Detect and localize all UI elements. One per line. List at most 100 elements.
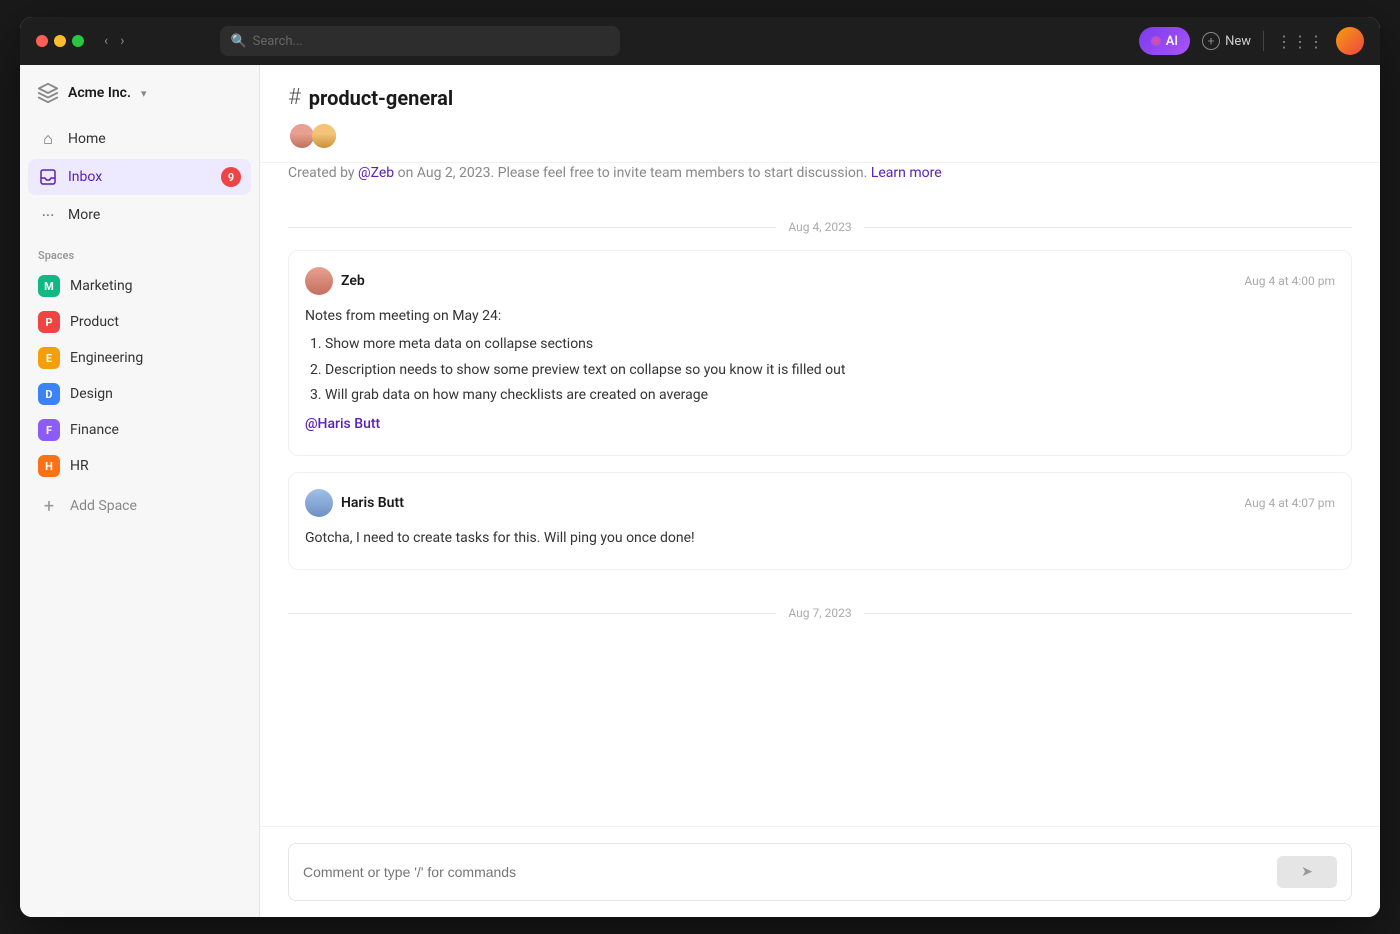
workspace-header[interactable]: Acme Inc. ▾ <box>20 81 259 121</box>
message-body-haris: Gotcha, I need to create tasks for this.… <box>305 527 1335 549</box>
home-icon: ⌂ <box>38 129 58 149</box>
spaces-section: Spaces M Marketing P Product E Engineeri… <box>20 233 259 524</box>
message-author-row: Haris Butt <box>305 489 404 517</box>
more-icon: ··· <box>38 205 58 225</box>
space-label: Finance <box>70 422 119 438</box>
sidebar-item-finance[interactable]: F Finance <box>28 412 251 448</box>
message-card-zeb: Zeb Aug 4 at 4:00 pm Notes from meeting … <box>288 250 1352 456</box>
channel-member-avatar-2 <box>310 122 338 150</box>
close-button[interactable] <box>36 35 48 47</box>
comment-input-box[interactable]: ➤ <box>288 843 1352 901</box>
message-header: Haris Butt Aug 4 at 4:07 pm <box>305 489 1335 517</box>
minimize-button[interactable] <box>54 35 66 47</box>
message-content: Gotcha, I need to create tasks for this.… <box>305 527 1335 549</box>
sidebar-item-marketing[interactable]: M Marketing <box>28 268 251 304</box>
ai-button[interactable]: AI <box>1139 27 1190 55</box>
sidebar-item-more[interactable]: ··· More <box>28 197 251 233</box>
marketing-icon: M <box>38 275 60 297</box>
app-window: ‹ › 🔍 Search... AI + New ⋮⋮⋮ <box>20 17 1380 917</box>
date-divider-aug4: Aug 4, 2023 <box>288 200 1352 250</box>
channel-name: product-general <box>309 86 453 110</box>
divider-line <box>864 613 1352 614</box>
space-label: HR <box>70 458 89 474</box>
sidebar-item-product[interactable]: P Product <box>28 304 251 340</box>
add-space-label: Add Space <box>70 498 137 514</box>
comment-input-area: ➤ <box>260 826 1380 917</box>
forward-arrow[interactable]: › <box>116 31 128 51</box>
channel-description: Created by @Zeb on Aug 2, 2023. Please f… <box>288 163 1352 200</box>
main-content: # product-general Created by @Zeb on Aug… <box>260 65 1380 917</box>
add-space-button[interactable]: + Add Space <box>28 488 251 524</box>
divider-line <box>288 227 776 228</box>
sidebar-item-home[interactable]: ⌂ Home <box>28 121 251 157</box>
new-button[interactable]: + New <box>1202 32 1251 50</box>
ai-dot <box>1151 36 1161 46</box>
message-intro: Notes from meeting on May 24: <box>305 305 1335 327</box>
new-label: New <box>1225 34 1251 49</box>
user-avatar[interactable] <box>1336 27 1364 55</box>
message-time: Aug 4 at 4:00 pm <box>1244 274 1335 288</box>
main-layout: Acme Inc. ▾ ⌂ Home Inbox 9 <box>20 65 1380 917</box>
learn-more-link[interactable]: Learn more <box>871 165 942 181</box>
message-card-haris: Haris Butt Aug 4 at 4:07 pm Gotcha, I ne… <box>288 472 1352 570</box>
traffic-lights <box>36 35 84 47</box>
description-middle: on Aug 2, 2023. Please feel free to invi… <box>394 165 871 181</box>
messages-area[interactable]: Created by @Zeb on Aug 2, 2023. Please f… <box>260 163 1380 826</box>
space-label: Engineering <box>70 350 143 366</box>
zeb-avatar <box>305 267 333 295</box>
space-label: Product <box>70 314 119 330</box>
sidebar: Acme Inc. ▾ ⌂ Home Inbox 9 <box>20 65 260 917</box>
sidebar-item-inbox[interactable]: Inbox 9 <box>28 159 251 195</box>
sidebar-item-engineering[interactable]: E Engineering <box>28 340 251 376</box>
creator-mention: @Zeb <box>358 165 394 181</box>
add-space-plus-icon: + <box>38 495 60 517</box>
new-plus-icon: + <box>1202 32 1220 50</box>
grid-icon[interactable]: ⋮⋮⋮ <box>1276 32 1324 51</box>
message-body-zeb: Notes from meeting on May 24: Show more … <box>305 305 1335 435</box>
channel-title-row: # product-general <box>288 85 1352 110</box>
list-item: Description needs to show some preview t… <box>325 359 1335 381</box>
inbox-icon <box>38 167 58 187</box>
message-author-name: Haris Butt <box>341 495 404 511</box>
date-divider-text: Aug 4, 2023 <box>788 220 851 234</box>
inbox-badge: 9 <box>221 167 241 187</box>
sidebar-item-design[interactable]: D Design <box>28 376 251 412</box>
divider-line <box>288 613 776 614</box>
description-prefix: Created by <box>288 165 358 181</box>
message-author-row: Zeb <box>305 267 365 295</box>
maximize-button[interactable] <box>72 35 84 47</box>
search-icon: 🔍 <box>230 34 246 49</box>
titlebar-right: AI + New ⋮⋮⋮ <box>1139 27 1364 55</box>
haris-avatar <box>305 489 333 517</box>
list-item: Will grab data on how many checklists ar… <box>325 384 1335 406</box>
channel-header: # product-general <box>260 65 1380 163</box>
search-bar[interactable]: 🔍 Search... <box>220 26 620 56</box>
send-button[interactable]: ➤ <box>1277 856 1337 888</box>
message-header: Zeb Aug 4 at 4:00 pm <box>305 267 1335 295</box>
sidebar-item-hr[interactable]: H HR <box>28 448 251 484</box>
date-divider-text: Aug 7, 2023 <box>788 606 851 620</box>
finance-icon: F <box>38 419 60 441</box>
sidebar-item-label: Inbox <box>68 169 102 185</box>
workspace-logo <box>36 81 60 105</box>
space-label: Marketing <box>70 278 133 294</box>
titlebar: ‹ › 🔍 Search... AI + New ⋮⋮⋮ <box>20 17 1380 65</box>
nav-arrows: ‹ › <box>100 31 128 51</box>
send-icon: ➤ <box>1301 864 1313 880</box>
message-author-name: Zeb <box>341 273 365 289</box>
divider-line <box>864 227 1352 228</box>
workspace-name: Acme Inc. <box>68 85 131 101</box>
comment-input[interactable] <box>303 864 1269 880</box>
channel-avatars <box>288 122 1352 162</box>
date-divider-aug7: Aug 7, 2023 <box>288 586 1352 636</box>
product-icon: P <box>38 311 60 333</box>
sidebar-item-label: More <box>68 207 100 223</box>
list-item: Show more meta data on collapse sections <box>325 333 1335 355</box>
workspace-chevron-icon: ▾ <box>141 87 147 100</box>
titlebar-divider <box>1263 31 1264 51</box>
sidebar-item-label: Home <box>68 131 106 147</box>
back-arrow[interactable]: ‹ <box>100 31 112 51</box>
engineering-icon: E <box>38 347 60 369</box>
hash-icon: # <box>288 85 301 110</box>
hr-icon: H <box>38 455 60 477</box>
